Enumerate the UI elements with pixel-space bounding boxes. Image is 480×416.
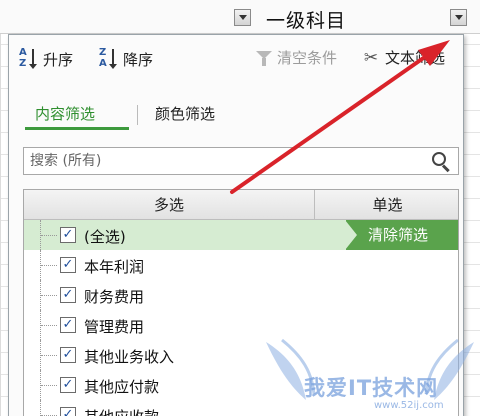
watermark: 我爱IT技术网 www.52ij.com	[262, 338, 478, 416]
checkbox[interactable]: ✓	[60, 287, 76, 303]
list-item[interactable]: ✓ 管理费用	[24, 310, 458, 340]
checkbox[interactable]: ✓	[60, 257, 76, 273]
sort-ascending-button[interactable]: AZ 升序	[19, 47, 73, 71]
column-header-row: 一级科目	[0, 0, 480, 34]
checkbox[interactable]: ✓	[60, 407, 76, 416]
single-select-header[interactable]: 单选	[315, 190, 458, 220]
list-item-label: 其他应收款	[84, 406, 159, 416]
tree-connector	[41, 265, 57, 266]
tools-icon: ✂	[363, 47, 379, 68]
active-tab-indicator	[25, 127, 129, 130]
sort-descending-icon: ZA	[99, 47, 119, 71]
sort-descending-button[interactable]: ZA 降序	[99, 47, 153, 71]
search-box	[23, 147, 459, 175]
tree-connector	[40, 400, 41, 416]
filter-tabs: 内容筛选 颜色筛选	[19, 101, 455, 131]
list-item-label: 其他业务收入	[84, 348, 175, 366]
multi-select-header[interactable]: 多选	[24, 190, 314, 220]
list-item-label: 管理费用	[84, 318, 145, 336]
chevron-down-icon	[238, 15, 247, 20]
sort-ascending-icon: AZ	[19, 47, 39, 71]
tab-divider	[137, 105, 138, 125]
filter-dropdown-button-prev-column[interactable]	[234, 9, 251, 26]
filter-toolbar: AZ 升序 ZA 降序 清空条件 ✂ 文本筛选	[9, 35, 463, 85]
watermark-text: 我爱IT技术网	[304, 376, 439, 400]
list-item[interactable]: ✓ 本年利润	[24, 250, 458, 280]
sort-ascending-label: 升序	[43, 50, 74, 69]
clear-conditions-button[interactable]: 清空条件	[255, 47, 337, 68]
tab-content-filter[interactable]: 内容筛选	[27, 101, 103, 126]
column-title: 一级科目	[266, 10, 347, 32]
checkbox[interactable]: ✓	[60, 377, 76, 393]
search-icon[interactable]	[430, 151, 452, 173]
list-item-select-all[interactable]: ✓ (全选) 清除筛选	[24, 220, 458, 250]
clear-filter-button[interactable]: 清除筛选	[345, 220, 458, 250]
text-filter-button[interactable]: ✂ 文本筛选	[361, 47, 445, 68]
checkbox[interactable]: ✓	[60, 317, 76, 333]
clear-conditions-label: 清空条件	[277, 49, 338, 67]
tree-connector	[41, 355, 57, 356]
chevron-down-icon	[454, 15, 463, 20]
list-item-label: 财务费用	[84, 288, 145, 306]
tree-connector	[41, 325, 57, 326]
text-filter-label: 文本筛选	[385, 49, 446, 67]
list-item-label: 其他应付款	[84, 378, 160, 396]
tab-color-filter[interactable]: 颜色筛选	[147, 101, 223, 126]
tree-connector	[41, 295, 57, 296]
checkbox[interactable]: ✓	[60, 347, 76, 363]
watermark-url: www.52ij.com	[374, 400, 444, 411]
list-header: 多选 单选	[24, 190, 458, 220]
list-item-label: 本年利润	[84, 258, 145, 276]
tree-connector	[41, 235, 57, 236]
filter-dropdown-button[interactable]	[450, 9, 467, 26]
funnel-clear-icon	[255, 49, 273, 67]
search-input[interactable]	[30, 151, 420, 171]
list-item-label: (全选)	[84, 228, 126, 246]
checkbox[interactable]: ✓	[60, 227, 76, 243]
tree-connector	[41, 385, 57, 386]
sort-descending-label: 降序	[123, 50, 154, 69]
list-item[interactable]: ✓ 财务费用	[24, 280, 458, 310]
